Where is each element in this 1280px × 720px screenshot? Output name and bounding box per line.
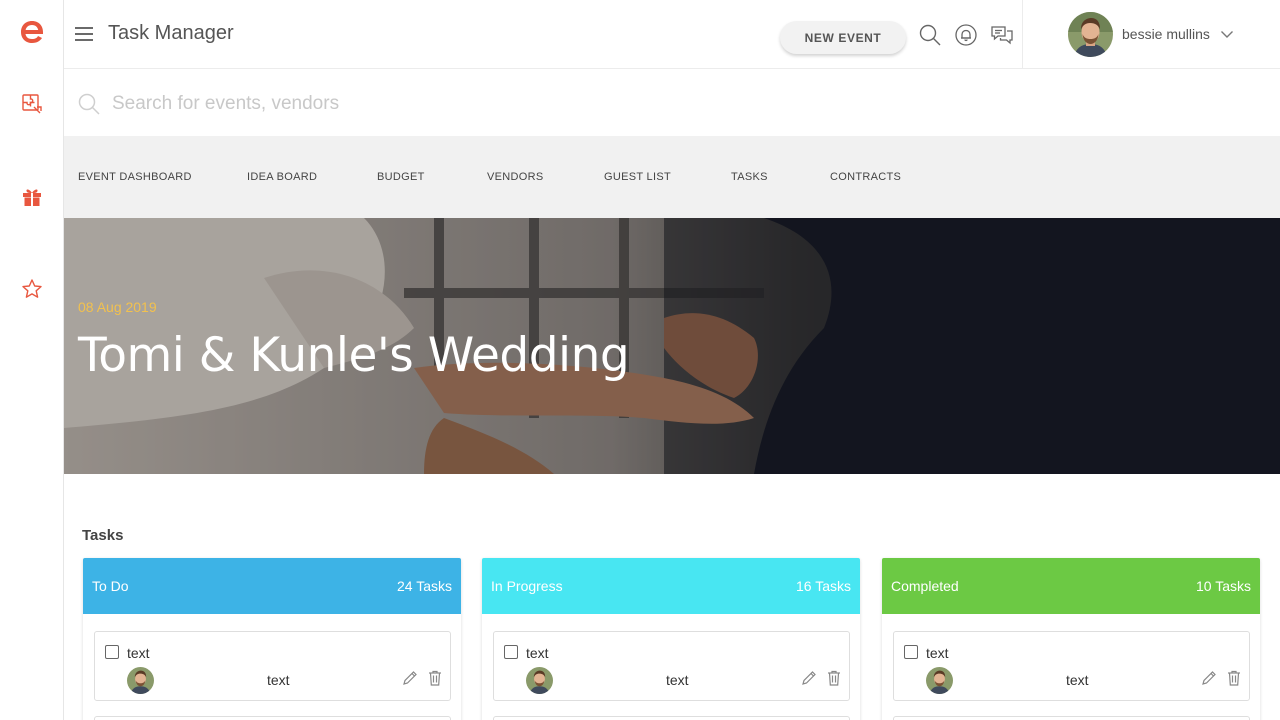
- task-column-in-progress: In Progress 16 Tasks text text: [482, 558, 860, 720]
- task-column-todo: To Do 24 Tasks text text: [83, 558, 461, 720]
- tab-event-dashboard[interactable]: EVENT DASHBOARD: [78, 171, 192, 183]
- trash-icon[interactable]: [428, 670, 442, 686]
- chevron-down-icon[interactable]: [1220, 27, 1234, 41]
- tasks-heading: Tasks: [82, 527, 124, 544]
- tab-budget[interactable]: BUDGET: [377, 171, 425, 183]
- top-bar: Task Manager NEW EVENT bessie mullins: [64, 0, 1280, 69]
- tab-tasks[interactable]: TASKS: [731, 171, 768, 183]
- task-title: text: [926, 645, 949, 661]
- puzzle-icon[interactable]: [20, 92, 44, 116]
- trash-icon[interactable]: [1227, 670, 1241, 686]
- task-card[interactable]: [893, 716, 1250, 720]
- search-bar: [64, 69, 1280, 136]
- chat-icon[interactable]: [990, 23, 1014, 47]
- page-title: Task Manager: [108, 22, 234, 44]
- tab-guest-list[interactable]: GUEST LIST: [604, 171, 671, 183]
- search-icon: [78, 93, 100, 115]
- task-checkbox[interactable]: [105, 645, 119, 659]
- column-count: 16 Tasks: [796, 578, 851, 594]
- gift-icon[interactable]: [20, 185, 44, 209]
- event-title: Tomi & Kunle's Wedding: [78, 328, 630, 383]
- event-date: 08 Aug 2019: [78, 299, 157, 315]
- trash-icon[interactable]: [827, 670, 841, 686]
- column-header: In Progress 16 Tasks: [482, 558, 860, 614]
- bell-icon[interactable]: [954, 23, 978, 47]
- task-card[interactable]: [493, 716, 850, 720]
- hamburger-menu-icon[interactable]: [74, 24, 94, 44]
- brand-logo[interactable]: [18, 14, 46, 50]
- event-hero-banner: 08 Aug 2019 Tomi & Kunle's Wedding: [64, 218, 1280, 474]
- user-menu[interactable]: bessie mullins: [1068, 11, 1234, 57]
- task-card[interactable]: [94, 716, 451, 720]
- avatar: [1068, 11, 1113, 57]
- task-title: text: [526, 645, 549, 661]
- column-count: 24 Tasks: [397, 578, 452, 594]
- task-checkbox[interactable]: [904, 645, 918, 659]
- avatar: [926, 667, 953, 694]
- column-title: Completed: [891, 578, 959, 594]
- tab-vendors[interactable]: VENDORS: [487, 171, 544, 183]
- column-header: Completed 10 Tasks: [882, 558, 1260, 614]
- event-tabs: EVENT DASHBOARD IDEA BOARD BUDGET VENDOR…: [64, 136, 1280, 218]
- edit-icon[interactable]: [1201, 670, 1217, 686]
- task-card[interactable]: text text: [893, 631, 1250, 701]
- column-count: 10 Tasks: [1196, 578, 1251, 594]
- left-rail: [0, 0, 64, 720]
- task-subtitle: text: [666, 672, 689, 688]
- avatar: [526, 667, 553, 694]
- edit-icon[interactable]: [402, 670, 418, 686]
- avatar: [127, 667, 154, 694]
- new-event-button[interactable]: NEW EVENT: [780, 21, 906, 54]
- edit-icon[interactable]: [801, 670, 817, 686]
- column-title: To Do: [92, 578, 129, 594]
- column-title: In Progress: [491, 578, 563, 594]
- tab-contracts[interactable]: CONTRACTS: [830, 171, 901, 183]
- user-name: bessie mullins: [1122, 26, 1210, 42]
- toolbar-divider: [1022, 0, 1023, 69]
- search-input[interactable]: [112, 87, 1012, 121]
- task-checkbox[interactable]: [504, 645, 518, 659]
- task-subtitle: text: [267, 672, 290, 688]
- column-header: To Do 24 Tasks: [83, 558, 461, 614]
- task-title: text: [127, 645, 150, 661]
- search-icon[interactable]: [918, 23, 942, 47]
- star-icon[interactable]: [20, 277, 44, 301]
- task-column-completed: Completed 10 Tasks text text: [882, 558, 1260, 720]
- task-subtitle: text: [1066, 672, 1089, 688]
- task-card[interactable]: text text: [94, 631, 451, 701]
- task-card[interactable]: text text: [493, 631, 850, 701]
- tab-idea-board[interactable]: IDEA BOARD: [247, 171, 317, 183]
